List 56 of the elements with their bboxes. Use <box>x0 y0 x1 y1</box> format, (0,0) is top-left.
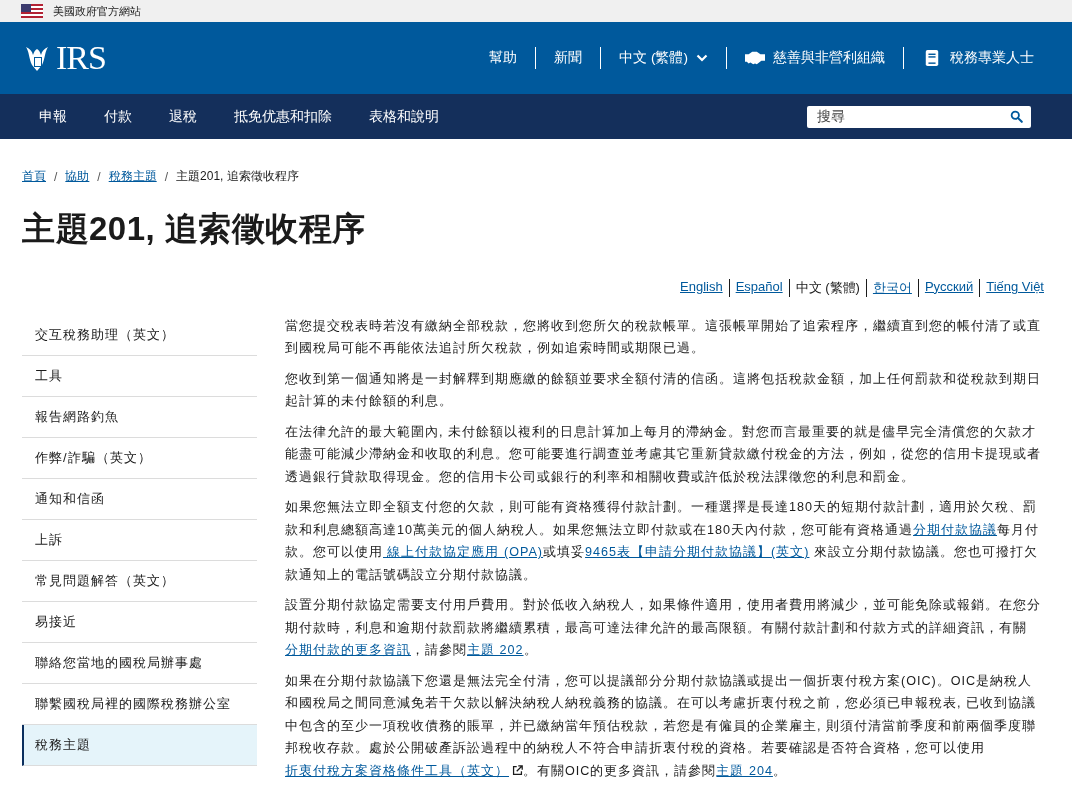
language-dropdown[interactable]: 中文 (繁體) <box>619 49 688 67</box>
nav-item[interactable]: 退稅 <box>169 107 197 126</box>
language-link[interactable]: Русский <box>917 278 980 297</box>
text-link[interactable]: 分期付款協議 <box>913 522 998 537</box>
sidebar-item[interactable]: 稅務主題 <box>22 724 257 766</box>
text-link[interactable]: 主題 204 <box>716 763 773 778</box>
text-link[interactable]: 主題 202 <box>467 643 524 658</box>
search-field[interactable]: 搜尋 <box>807 105 1031 128</box>
sidebar-item[interactable]: 報告網路釣魚 <box>22 396 257 438</box>
search-icon[interactable] <box>1010 110 1023 123</box>
external-link-icon <box>512 764 523 776</box>
sidebar-item[interactable]: 常見問題解答（英文） <box>22 560 257 602</box>
sidebar-item[interactable]: 工具 <box>22 355 257 397</box>
sidebar-item[interactable]: 交互稅務助理（英文） <box>22 314 257 356</box>
language-link[interactable]: Español <box>728 278 789 297</box>
paragraph: 設置分期付款協定需要支付用戶費用。對於低收入納稅人，如果條件適用，使用者費用將減少，並可能免除或報銷。在您分期付款時，利息和逾期付款罰款將繼續累積，最高可達法律允許的最高限額。有關付款計劃和付款方式的詳細資訊，有關 分期付款的更多資訊，請參閱主題 202。 <box>285 597 1042 660</box>
nav-item[interactable]: 付款 <box>104 107 132 126</box>
header-link[interactable]: 新聞 <box>554 49 583 67</box>
sidebar-item[interactable]: 上訴 <box>22 519 257 561</box>
logo-text[interactable]: IRS <box>56 39 106 77</box>
paragraph: 如果在分期付款協議下您還是無法完全付清，您可以提議部分分期付款協議或提出一個折衷付稅方案(OIC)。OIC是納稅人和國稅局之間同意減免若干欠款以解決納稅人納稅義務的協議。在可以考慮折衷付稅之前，您必須已申報稅表, 已收到協議中包含的至少一項稅收債務的賬單，并已繳納當年預估稅款，若您是有僱員的企業雇主, 則須付清當前季度和前兩個季度聯邦稅收存款。處於公開破產訴訟過程中的納稅人不符合申請折衷付稅的資格。若要確認是否符合資格，您可以使用 折衷付稅方案資格條件工具（英文） 。有關OIC的更多資訊，請參閱主題 204。 <box>285 672 1037 780</box>
sidebar-item[interactable]: 作弊/詐騙（英文） <box>22 437 257 479</box>
sidebar-item[interactable]: 聯絡您當地的國稅局辦事處 <box>22 642 257 684</box>
sidebar-item[interactable]: 易接近 <box>22 601 257 643</box>
text-link[interactable]: 9465表【申請分期付款協議】(英文) <box>585 545 810 560</box>
official-site-label: 美國政府官方網站 <box>53 3 141 19</box>
breadcrumb-link[interactable]: 協助 <box>65 168 90 185</box>
paragraph: 您收到第一個通知將是一封解釋到期應繳的餘額並要求全額付清的信函。這將包括稅款金額，加上任何罰款和從稅款到期日起計算的未付餘額的利息。 <box>285 370 1042 411</box>
handshake-icon <box>745 50 765 66</box>
breadcrumb-current: 主題201, 追索徵收程序 <box>176 168 299 185</box>
text-link[interactable]: 線上付款協定應用 (OPA) <box>383 545 544 560</box>
nav-item[interactable]: 申報 <box>39 107 67 126</box>
header-link[interactable]: 稅務專業人士 <box>950 49 1034 67</box>
breadcrumb-separator: / <box>97 169 101 184</box>
flag-icon <box>21 4 43 18</box>
language-link[interactable]: English <box>674 278 729 297</box>
external-link[interactable]: 折衷付稅方案資格條件工具（英文） <box>285 763 509 778</box>
chevron-down-icon <box>696 54 708 62</box>
breadcrumb-link[interactable]: 首頁 <box>22 168 46 185</box>
sidebar-item[interactable]: 聯繫國稅局裡的國際稅務辦公室 <box>22 683 257 725</box>
paragraph: 在法律允許的最大範圍內, 未付餘額以複利的日息計算加上每月的滯納金。對您而言最重要的就是儘早完全清償您的欠款才能盡可能減少滯納金和收取的利息。您可能要進行調查並考慮其它重新貸款繳付稅金的方法，例如，從您的信用卡提現或者透過銀行貸款取得現金。您的信用卡公司或銀行的利率和相關收費或許低於稅法課徵您的利息和罰金。 <box>285 423 1042 486</box>
language-link[interactable]: 한국어 <box>865 278 918 297</box>
header-link[interactable]: 幫助 <box>489 49 518 67</box>
breadcrumb-link[interactable]: 稅務主題 <box>108 168 157 185</box>
header-link[interactable]: 慈善與非營利組織 <box>773 49 885 67</box>
language-link[interactable]: Tiếng Việt <box>979 278 1044 297</box>
paragraph: 當您提交稅表時若沒有繳納全部稅款，您將收到您所欠的稅款帳單。這張帳單開始了追索程序，繼續直到您的帳付清了或直到國稅局可能不再能依法追討所欠稅款，例如追索時間或期限已過。 <box>285 317 1042 358</box>
breadcrumb-separator: / <box>54 169 58 184</box>
text-link[interactable]: 分期付款的更多資訊 <box>285 643 411 658</box>
page-title: 主題201, 追索徵收程序 <box>22 209 367 249</box>
breadcrumb-separator: / <box>164 169 169 184</box>
paragraph: 如果您無法立即全額支付您的欠款，則可能有資格獲得付款計劃。一種選擇是長達180天的短期付款計劃，適用於欠稅、罰款和利息總額高達10萬美元的個人納稅人。如果您無法立即付款或在180天內付款，您可能有資格通過分期付款協議每月付款。您可以使用 線上付款協定應用 (OPA)或填妥9465表【申請分期付款協議】(英文) 來設立分期付款協議。您也可撥打欠款通知上的電話號碼設立分期付款協議。 <box>285 499 1041 584</box>
current-language: 中文 (繁體) <box>788 278 866 297</box>
sidebar-item[interactable]: 通知和信函 <box>22 478 257 520</box>
nav-item[interactable]: 抵免优惠和扣除 <box>234 107 332 126</box>
nav-item[interactable]: 表格和說明 <box>369 107 439 126</box>
